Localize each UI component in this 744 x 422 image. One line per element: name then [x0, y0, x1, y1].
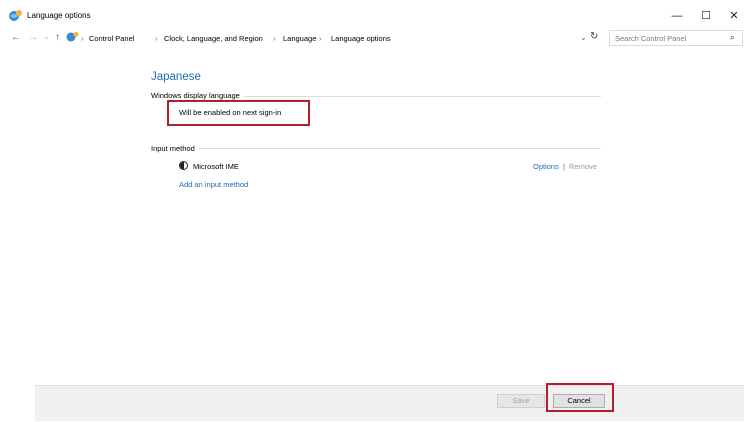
display-language-heading: Windows display language [151, 91, 244, 100]
link-separator: | [563, 162, 565, 171]
options-link[interactable]: Options [533, 162, 559, 171]
minimize-button[interactable]: — [667, 7, 687, 25]
language-title: Japanese [151, 71, 201, 83]
input-method-heading: Input method [151, 144, 199, 153]
cancel-button[interactable]: Cancel [553, 394, 605, 408]
maximize-button[interactable]: ☐ [696, 7, 716, 25]
window-title: Language options [27, 11, 91, 20]
breadcrumb-language-options[interactable]: Language options [331, 34, 391, 43]
refresh-icon[interactable]: ↻ [590, 31, 602, 43]
breadcrumb-separator: › [81, 34, 84, 43]
close-button[interactable]: ✕ [724, 7, 744, 25]
address-dropdown-icon[interactable]: ⌄ [580, 33, 587, 42]
search-icon[interactable]: ⌕ [730, 32, 735, 43]
breadcrumb-clock-language-region[interactable]: Clock, Language, and Region [164, 34, 263, 43]
input-method-name: Microsoft IME [193, 162, 239, 171]
display-language-status: Will be enabled on next sign-in [179, 108, 282, 117]
footer-bar [35, 385, 744, 421]
forward-arrow-icon[interactable]: → [28, 32, 38, 44]
breadcrumb-language[interactable]: Language [283, 34, 316, 43]
breadcrumb-separator: › [273, 34, 276, 43]
recent-locations-icon[interactable]: ⌄ [43, 31, 50, 43]
breadcrumb-separator: › [155, 34, 158, 43]
control-panel-small-icon [66, 32, 79, 42]
title-bar [0, 0, 744, 30]
up-arrow-icon[interactable]: ↑ [55, 32, 60, 44]
breadcrumb-separator: › [319, 34, 322, 43]
save-button[interactable]: Save [497, 394, 545, 408]
add-input-method-link[interactable]: Add an input method [179, 180, 248, 189]
breadcrumb-control-panel[interactable]: Control Panel [89, 34, 134, 43]
search-placeholder: Search Control Panel [615, 34, 687, 43]
remove-link[interactable]: Remove [569, 162, 597, 171]
ime-icon [179, 161, 188, 170]
back-arrow-icon[interactable]: ← [11, 32, 21, 44]
section-divider [151, 148, 601, 149]
control-panel-icon [9, 10, 22, 21]
